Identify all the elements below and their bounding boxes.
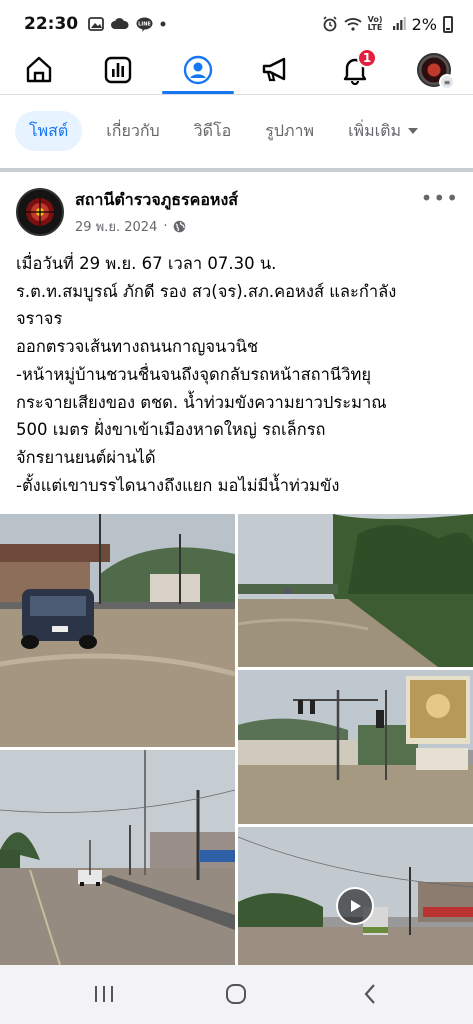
video-flooded-road[interactable]: [238, 827, 473, 965]
photo-road-poles[interactable]: [0, 750, 235, 965]
tab-posts[interactable]: โพสต์: [15, 111, 83, 151]
announce-tab[interactable]: [254, 48, 298, 92]
tab-more-label: เพิ่มเติม: [348, 120, 402, 140]
police-emblem-icon: [18, 190, 62, 234]
post-line: เมื่อวันที่ 29 พ.ย. 67 เวลา 07.30 น.: [16, 254, 277, 273]
post-date[interactable]: 29 พ.ย. 2024: [75, 216, 157, 237]
play-icon: [351, 900, 361, 912]
notifications-tab[interactable]: 1: [333, 48, 377, 92]
photo-grid: [0, 514, 473, 965]
line-icon: LINE: [136, 17, 153, 32]
section-divider: [0, 168, 473, 172]
caret-down-icon: [408, 128, 419, 134]
play-button[interactable]: [336, 887, 374, 925]
post-line: จราจร: [16, 309, 63, 329]
photo-flooded-road-truck[interactable]: [0, 514, 235, 747]
post-body: เมื่อวันที่ 29 พ.ย. 67 เวลา 07.30 น. ร.ต…: [16, 250, 464, 499]
post-header: สถานีตำรวจภูธรคอหงส์ 29 พ.ย. 2024 · •••: [0, 180, 473, 242]
meta-separator: ·: [163, 219, 168, 234]
post-line: 500 เมตร ฝั่งขาเข้าเมืองหาดใหญ่ รถเล็กรถ: [16, 420, 326, 440]
cloud-icon: [111, 18, 129, 29]
home-circle-icon: [226, 984, 246, 1004]
post-line: กระจายเสียงของ ตชด. น้ำท่วมขังความยาวประ…: [16, 392, 387, 412]
post-line: ออกตรวจเส้นทางถนนกาญจนวนิช: [16, 337, 259, 357]
back-icon: [364, 984, 375, 1004]
menu-icon: ≡: [439, 74, 455, 90]
gallery-icon: [88, 17, 105, 31]
volte-icon: Vo) LTE: [367, 15, 383, 32]
recent-apps-button[interactable]: [84, 979, 124, 1009]
post-line: -ตั้งแต่เขาบรรไดนางถึงแยก มอไม่มีน้ำท่วม…: [16, 475, 340, 495]
profile-tabs: โพสต์ เกี่ยวกับ วิดีโอ รูปภาพ เพิ่มเติม: [0, 106, 473, 156]
menu-tab[interactable]: ≡: [412, 48, 456, 92]
tab-photos[interactable]: รูปภาพ: [255, 111, 324, 151]
profile-icon: [183, 55, 213, 85]
android-nav-bar: [0, 965, 473, 1024]
status-time: 22:30: [24, 14, 79, 34]
post-meta: 29 พ.ย. 2024 ·: [75, 216, 186, 237]
feed-tab[interactable]: [96, 48, 140, 92]
tab-more[interactable]: เพิ่มเติม: [338, 111, 429, 151]
back-button[interactable]: [350, 979, 390, 1009]
tab-videos[interactable]: วิดีโอ: [184, 111, 242, 151]
profile-tab[interactable]: [176, 48, 220, 92]
status-left-icons: LINE: [88, 17, 166, 32]
tab-about[interactable]: เกี่ยวกับ: [96, 111, 169, 151]
post-author[interactable]: สถานีตำรวจภูธรคอหงส์: [75, 188, 238, 213]
photo-traffic-light[interactable]: [238, 670, 473, 824]
svg-text:LINE: LINE: [138, 21, 151, 27]
battery-percent: 2%: [411, 14, 437, 34]
avatar: ≡: [417, 53, 455, 90]
announce-icon: [262, 57, 286, 82]
photo-flooded-road-trees[interactable]: [238, 514, 473, 667]
divider: [0, 94, 473, 95]
post-more-button[interactable]: •••: [421, 186, 459, 210]
page-avatar[interactable]: [16, 188, 64, 236]
globe-icon: [174, 220, 186, 233]
alarm-icon: [323, 16, 337, 32]
status-bar: 22:30 LINE Vo) LTE 2%: [0, 0, 473, 48]
top-nav: 1 ≡: [0, 48, 473, 94]
home-tab[interactable]: [17, 48, 61, 92]
dot-icon: [160, 21, 166, 27]
status-right: Vo) LTE 2%: [322, 15, 453, 34]
signal-icon: [392, 17, 406, 30]
feed-icon: [104, 56, 132, 84]
home-button[interactable]: [216, 979, 256, 1009]
home-icon: [26, 56, 52, 83]
post-line: ร.ต.ท.สมบูรณ์ ภักดี รอง สว(จร).สภ.คอหงส์…: [16, 281, 397, 301]
notification-badge: 1: [357, 48, 377, 68]
battery-icon: [443, 15, 453, 33]
post-line: จักรยานยนต์ผ่านได้: [16, 447, 156, 467]
post-line: -หน้าหมู่บ้านชวนชื่นจนถึงจุดกลับรถหน้าสถ…: [16, 364, 372, 384]
recent-apps-icon: [95, 986, 113, 1002]
wifi-icon: [344, 18, 362, 31]
